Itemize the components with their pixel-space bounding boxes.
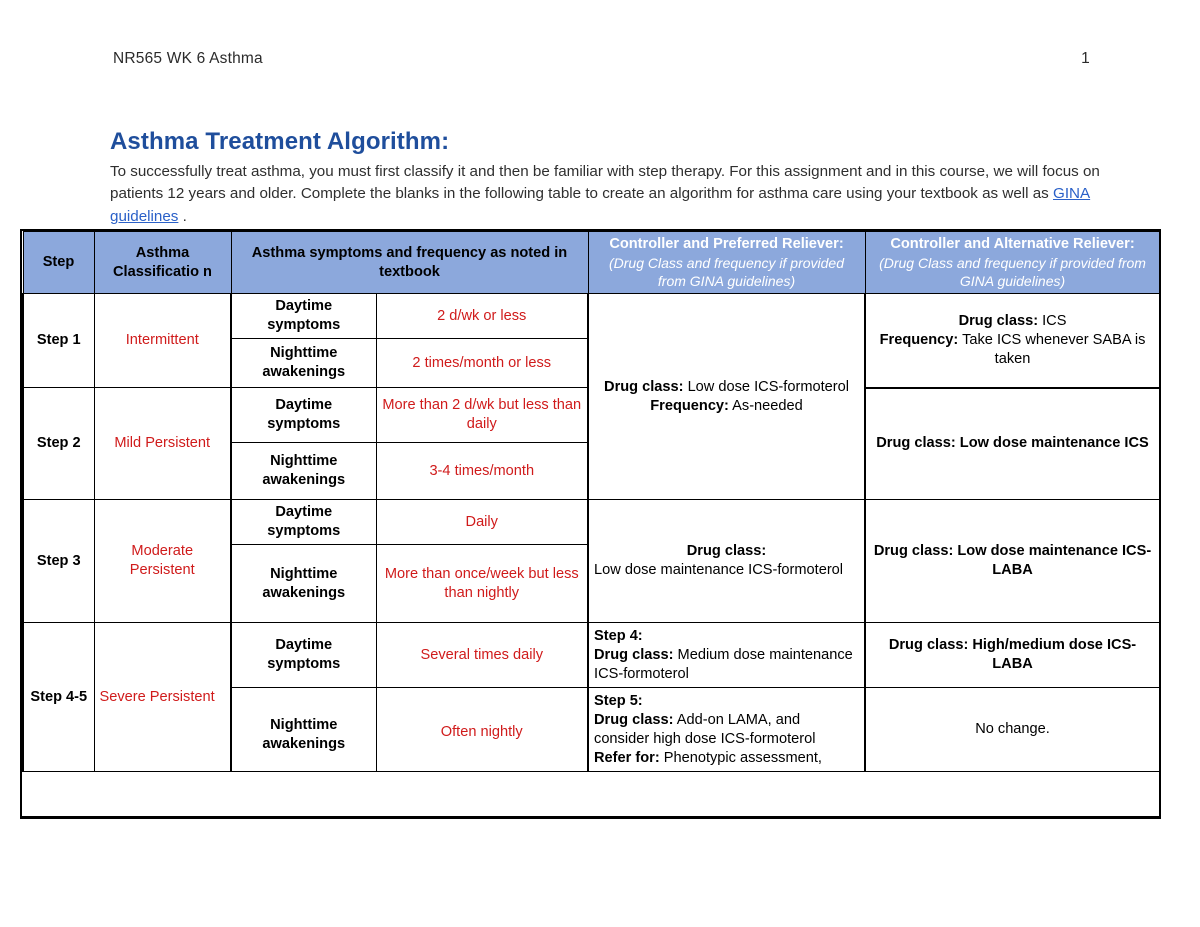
preferred-drug-label-step3: Drug class: bbox=[686, 543, 767, 559]
cell-step-2: Step 2 bbox=[22, 387, 95, 500]
cell-classification-3: Moderate Persistent bbox=[93, 499, 232, 623]
alternative-title-text: Controller and Alternative Reliever: bbox=[890, 236, 1135, 252]
table-header-row: Step Asthma Classificatio n Asthma sympt… bbox=[22, 231, 1159, 294]
cell-nighttime-value-45: Often nightly bbox=[375, 687, 589, 772]
cell-daytime-label-45: Daytime symptoms bbox=[230, 622, 377, 688]
cell-daytime-label-2: Daytime symptoms bbox=[230, 387, 377, 443]
cell-nighttime-label-1: Nighttime awakenings bbox=[230, 338, 377, 388]
asthma-algorithm-table: Step Asthma Classificatio n Asthma sympt… bbox=[22, 231, 1159, 772]
cell-nighttime-label-3: Nighttime awakenings bbox=[230, 544, 377, 623]
cell-alternative-step2: Drug class: Low dose maintenance ICS bbox=[864, 387, 1159, 500]
table-body: Step 1 Intermittent Daytime symptoms 2 d… bbox=[22, 293, 1159, 772]
asthma-algorithm-table-container: Step Asthma Classificatio n Asthma sympt… bbox=[20, 229, 1161, 819]
document-page: NR565 WK 6 Asthma 1 Asthma Treatment Alg… bbox=[0, 0, 1200, 927]
intro-text-part2: . bbox=[178, 207, 187, 225]
cell-classification-1: Intermittent bbox=[93, 293, 232, 388]
course-label: NR565 WK 6 Asthma bbox=[113, 50, 263, 67]
cell-nighttime-value-2: 3-4 times/month bbox=[375, 442, 589, 500]
preferred-freq-label-step12: Frequency: bbox=[650, 397, 729, 414]
cell-daytime-value-1: 2 d/wk or less bbox=[375, 293, 589, 339]
preferred-drug-value-step3: Low dose maintenance ICS-formoterol bbox=[594, 562, 844, 578]
preferred-step-label-step4: Step 4: bbox=[594, 627, 643, 644]
page-number: 1 bbox=[1081, 50, 1090, 67]
cell-nighttime-label-2: Nighttime awakenings bbox=[230, 442, 377, 500]
cell-step-45: Step 4-5 bbox=[22, 622, 95, 772]
column-header-alternative: Controller and Alternative Reliever: (Dr… bbox=[864, 231, 1159, 294]
cell-daytime-value-45: Several times daily bbox=[375, 622, 589, 688]
page-title: Asthma Treatment Algorithm: bbox=[110, 128, 450, 155]
preferred-drug-label-step4: Drug class: bbox=[594, 646, 674, 663]
cell-daytime-label-1: Daytime symptoms bbox=[230, 293, 377, 339]
column-header-step: Step bbox=[22, 231, 95, 294]
column-header-preferred: Controller and Preferred Reliever: (Drug… bbox=[587, 231, 866, 294]
table-row: Step 1 Intermittent Daytime symptoms 2 d… bbox=[22, 293, 1159, 500]
preferred-drug-label-step5: Drug class: bbox=[594, 711, 674, 728]
alternative-subtitle-text: (Drug Class and frequency if provided fr… bbox=[879, 255, 1146, 289]
column-header-classification: Asthma Classificatio n bbox=[93, 231, 232, 294]
preferred-drug-label-step12: Drug class: bbox=[604, 378, 684, 395]
cell-nighttime-label-45: Nighttime awakenings bbox=[230, 687, 377, 772]
preferred-subtitle-text: (Drug Class and frequency if provided fr… bbox=[609, 255, 845, 289]
preferred-refer-label-step5: Refer for: bbox=[594, 749, 660, 766]
intro-paragraph: To successfully treat asthma, you must f… bbox=[110, 161, 1100, 229]
cell-classification-2: Mild Persistent bbox=[93, 387, 232, 500]
cell-daytime-label-3: Daytime symptoms bbox=[230, 499, 377, 545]
cell-nighttime-value-3: More than once/week but less than nightl… bbox=[375, 544, 589, 623]
intro-text-part1: To successfully treat asthma, you must f… bbox=[110, 162, 1100, 203]
cell-alternative-step1: Drug class: ICS Frequency: Take ICS when… bbox=[864, 293, 1159, 389]
table-head: Step Asthma Classificatio n Asthma sympt… bbox=[22, 231, 1159, 294]
alternative-drug-label-step1: Drug class: bbox=[958, 312, 1039, 329]
document-running-header: NR565 WK 6 Asthma 1 bbox=[113, 50, 1090, 68]
alternative-freq-value-step1: Take ICS whenever SABA is taken bbox=[958, 331, 1146, 367]
cell-step-3: Step 3 bbox=[22, 499, 95, 623]
table-row: Step 3 Moderate Persistent Daytime sympt… bbox=[22, 499, 1159, 623]
cell-preferred-step5: Step 5: Drug class: Add-on LAMA, and con… bbox=[587, 687, 866, 772]
cell-daytime-value-2: More than 2 d/wk but less than daily bbox=[375, 387, 589, 443]
alternative-freq-label-step1: Frequency: bbox=[879, 331, 959, 348]
cell-preferred-step3: Drug class: Low dose maintenance ICS-for… bbox=[587, 499, 866, 623]
cell-nighttime-value-1: 2 times/month or less bbox=[375, 338, 589, 388]
preferred-refer-value-step5: Phenotypic assessment, bbox=[659, 749, 822, 766]
column-header-symptoms: Asthma symptoms and frequency as noted i… bbox=[230, 231, 589, 294]
cell-alternative-step5: No change. bbox=[864, 687, 1159, 772]
preferred-title-text: Controller and Preferred Reliever: bbox=[609, 236, 844, 252]
cell-classification-45: Severe Persistent bbox=[93, 622, 232, 772]
cell-daytime-value-3: Daily bbox=[375, 499, 589, 545]
cell-preferred-step4: Step 4: Drug class: Medium dose maintena… bbox=[587, 622, 866, 688]
title-block: Asthma Treatment Algorithm: To successfu… bbox=[110, 128, 1100, 228]
cell-preferred-step12: Drug class: Low dose ICS-formoterol Freq… bbox=[587, 293, 866, 500]
preferred-drug-value-step12: Low dose ICS-formoterol bbox=[683, 378, 849, 395]
alternative-drug-value-step1: ICS bbox=[1038, 312, 1067, 329]
cell-alternative-step4: Drug class: High/medium dose ICS-LABA bbox=[864, 622, 1159, 688]
table-row: Step 4-5 Severe Persistent Daytime sympt… bbox=[22, 622, 1159, 772]
preferred-freq-value-step12: As-needed bbox=[728, 397, 803, 414]
cell-step-1: Step 1 bbox=[22, 293, 95, 388]
preferred-step-label-step5: Step 5: bbox=[594, 692, 643, 709]
cell-alternative-step3: Drug class: Low dose maintenance ICS-LAB… bbox=[864, 499, 1159, 623]
